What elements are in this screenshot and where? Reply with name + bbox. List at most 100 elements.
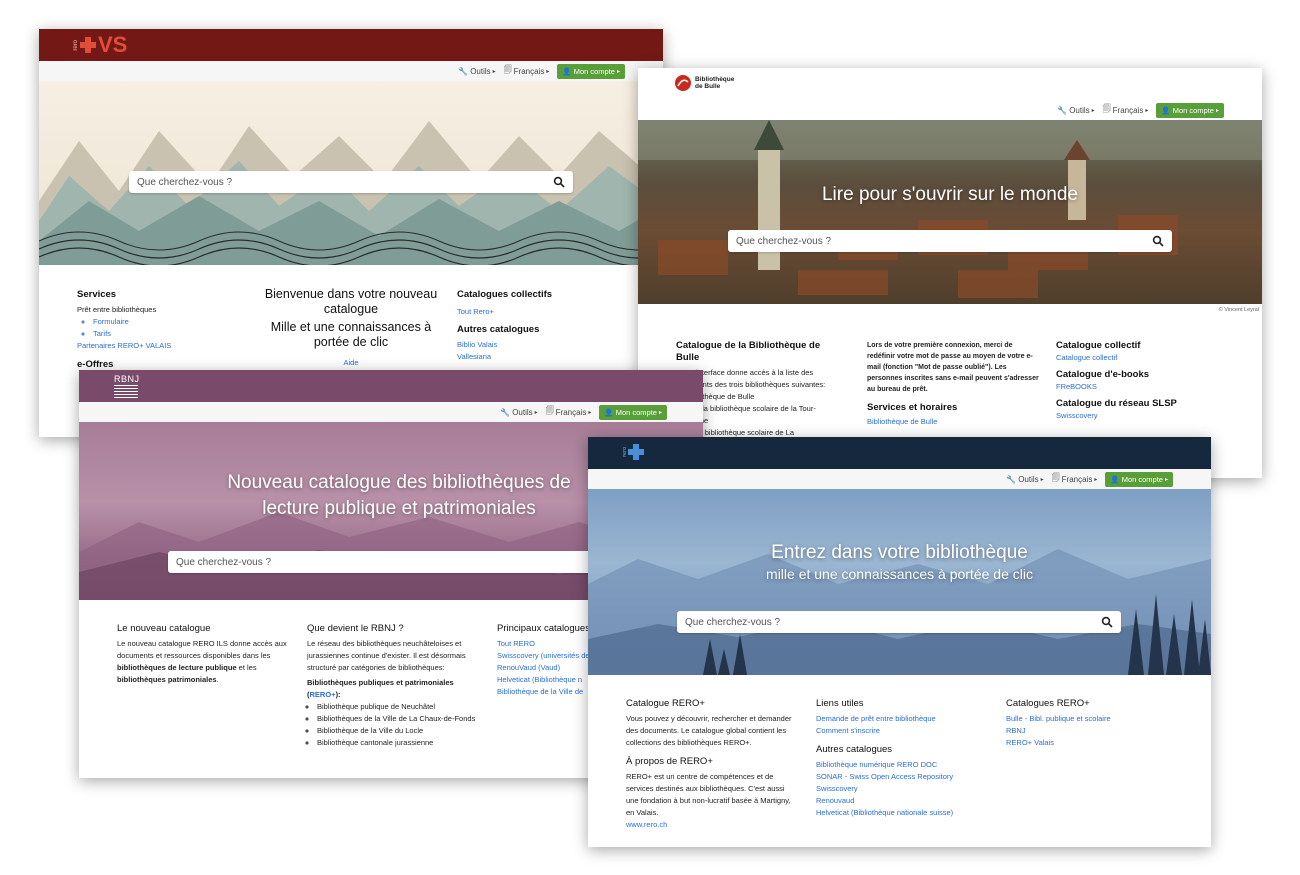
link-swisscovery[interactable]: Swisscovery <box>1056 410 1226 422</box>
caret-right-icon: ▸ <box>658 409 662 416</box>
search-input[interactable]: Que cherchez-vous ? <box>129 177 232 188</box>
link-rero-ch[interactable]: www.rero.ch <box>626 819 796 831</box>
language-icon: 🗐 <box>545 406 554 415</box>
rbnj-toolbar: 🔧 Outils ▸ 🗐 Français ▸ 👤 Mon compte ▸ <box>79 402 703 422</box>
link-rero-plus[interactable]: RERO+ <box>310 690 336 699</box>
account-button[interactable]: 👤 Mon compte ▸ <box>557 63 625 79</box>
user-icon: 👤 <box>1110 474 1120 484</box>
link-formulaire[interactable]: Formulaire <box>93 316 247 328</box>
link-inscription[interactable]: Comment s'inscrire <box>816 725 996 737</box>
vs-logo[interactable]: rero VS <box>73 32 127 58</box>
link-swisscovery[interactable]: Swisscovery <box>816 783 996 795</box>
link-tout-rero[interactable]: Tout Rero+ <box>457 306 617 318</box>
rbnj-hero-title: Nouveau catalogue des bibliothèques de l… <box>149 470 649 522</box>
welcome-title: Bienvenue dans votre nouveau catalogue <box>264 287 438 316</box>
rero-search-bar[interactable]: Que cherchez-vous ? <box>677 611 1121 633</box>
rero-col1-title: Catalogue RERO+ <box>626 698 705 709</box>
link-biblio-valais[interactable]: Biblio Valais <box>457 339 617 351</box>
link-aide[interactable]: Aide <box>263 357 439 369</box>
vs-header-bar: rero VS <box>39 29 663 61</box>
language-icon: 🗐 <box>503 65 512 74</box>
bulle-logo-line2: de Bulle <box>695 83 721 90</box>
rero-col2: Liens utiles Demande de prêt entre bibli… <box>816 698 996 819</box>
rbnj-search-bar[interactable]: Que cherchez-vous ? <box>168 551 612 573</box>
rbnj-col2-text: Le réseau des bibliothèques neuchâtelois… <box>307 639 466 672</box>
photo-credit: © Vincent Leyral <box>1218 307 1259 313</box>
link-renouvaud[interactable]: Renouvaud <box>816 795 996 807</box>
services-title: Services <box>77 289 117 300</box>
vs-search-bar[interactable]: Que cherchez-vous ? <box>129 171 573 193</box>
link-rero-doc[interactable]: Bibliothèque numérique RERO DOC <box>816 759 996 771</box>
rbnj-header-bar: RBNJ <box>79 370 703 402</box>
bulle-logo[interactable]: Bibliothèque de Bulle <box>674 74 734 92</box>
language-menu[interactable]: 🗐 Français ▸ <box>1052 472 1098 486</box>
bulle-logo-icon <box>675 75 691 91</box>
rero-col2-title2: Autres catalogues <box>816 744 893 755</box>
link-pret[interactable]: Demande de prêt entre bibliothèque <box>816 713 996 725</box>
tools-menu[interactable]: 🔧 Outils ▸ <box>1057 106 1094 115</box>
bulle-logo-line1: Bibliothèque <box>695 76 735 83</box>
search-input[interactable]: Que cherchez-vous ? <box>728 236 831 247</box>
ill-item: Prêt entre bibliothèques <box>77 305 157 314</box>
language-icon: 🗐 <box>1051 473 1060 482</box>
link-rero-valais[interactable]: RERO+ Valais <box>1006 737 1186 749</box>
vs-toolbar: 🔧 Outils ▸ 🗐 Français ▸ 👤 Mon compte ▸ <box>39 61 663 81</box>
rbnj-col2-sub: Bibliothèques publiques et patrimoniales… <box>307 678 454 699</box>
link-bulle[interactable]: Bulle - Bibl. publique et scolaire <box>1006 713 1186 725</box>
rbnj-logo-text: RBNJ <box>114 374 140 384</box>
user-icon: 👤 <box>1161 105 1171 115</box>
rero-header-bar: rero <box>588 437 1211 469</box>
rbnj-hero-line2: lecture publique et patrimoniales <box>262 498 536 519</box>
rbnj-logo[interactable]: RBNJ <box>114 374 140 399</box>
rbnj-col1-title: Le nouveau catalogue <box>117 623 211 634</box>
caret-right-icon: ▸ <box>588 409 592 416</box>
town-photo <box>638 120 1262 298</box>
rero-hero-line2: mille et une connaissances à portée de c… <box>766 566 1033 582</box>
link-frebooks[interactable]: FReBOOKS <box>1056 381 1226 393</box>
link-rbnj[interactable]: RBNJ <box>1006 725 1186 737</box>
language-menu[interactable]: 🗐 Français ▸ <box>546 405 592 419</box>
link-vallesiana[interactable]: Vallesiana <box>457 351 617 363</box>
link-helveticat[interactable]: Helveticat (Bibliothèque nationale suiss… <box>816 807 996 819</box>
account-button[interactable]: 👤 Mon compte ▸ <box>1105 471 1173 487</box>
caret-right-icon: ▸ <box>1215 107 1219 114</box>
vs-logo-text: VS <box>98 32 128 57</box>
link-bibliotheque-bulle[interactable]: Bibliothèque de Bulle <box>867 416 1039 428</box>
search-icon[interactable] <box>553 176 565 188</box>
rero-col1-text: Vous pouvez y découvrir, rechercher et d… <box>626 714 792 747</box>
tools-menu[interactable]: 🔧 Outils ▸ <box>458 67 495 76</box>
bulle-search-bar[interactable]: Que cherchez-vous ? <box>728 230 1172 252</box>
cat-coll-title: Catalogues collectifs <box>457 289 553 300</box>
link-sonar[interactable]: SONAR - Swiss Open Access Repository <box>816 771 996 783</box>
link-catalogue-collectif[interactable]: Catalogue collectif <box>1056 352 1226 364</box>
search-icon[interactable] <box>1152 235 1164 247</box>
search-icon[interactable] <box>1101 616 1113 628</box>
language-menu[interactable]: 🗐 Français ▸ <box>504 64 550 78</box>
tools-menu[interactable]: 🔧 Outils ▸ <box>1006 475 1043 484</box>
rbnj-col2: Que devient le RBNJ ? Le réseau des bibl… <box>307 623 479 749</box>
rero-logo[interactable]: rero <box>622 444 644 460</box>
rbnj-col2-title: Que devient le RBNJ ? <box>307 623 404 634</box>
other-title: Autres catalogues <box>457 324 540 335</box>
rero-toolbar: 🔧 Outils ▸ 🗐 Français ▸ 👤 Mon compte ▸ <box>588 469 1211 489</box>
rero-cross-icon <box>628 444 644 460</box>
rero-col1: Catalogue RERO+ Vous pouvez y découvrir,… <box>626 698 796 831</box>
rero-col3: Catalogues RERO+ Bulle - Bibl. publique … <box>1006 698 1186 749</box>
search-input[interactable]: Que cherchez-vous ? <box>168 557 271 568</box>
user-icon: 👤 <box>562 66 572 76</box>
tools-menu[interactable]: 🔧 Outils ▸ <box>500 408 537 417</box>
search-input[interactable]: Que cherchez-vous ? <box>677 617 780 628</box>
vs-welcome-col: Bienvenue dans votre nouveau catalogue M… <box>263 287 439 369</box>
caret-right-icon: ▸ <box>1040 476 1044 483</box>
account-button[interactable]: 👤 Mon compte ▸ <box>599 404 667 420</box>
language-icon: 🗐 <box>1102 104 1111 113</box>
wrench-icon: 🔧 <box>458 66 469 76</box>
link-partners[interactable]: Partenaires RERO+ VALAIS <box>77 340 247 352</box>
rero-col1-title2: À propos de RERO+ <box>626 756 713 767</box>
bulle-col3-title1: Catalogue collectif <box>1056 340 1141 351</box>
caret-right-icon: ▸ <box>1145 107 1149 114</box>
caret-right-icon: ▸ <box>534 409 538 416</box>
language-menu[interactable]: 🗐 Français ▸ <box>1103 103 1149 117</box>
link-tarifs[interactable]: Tarifs <box>93 328 247 340</box>
account-button[interactable]: 👤 Mon compte ▸ <box>1156 102 1224 118</box>
